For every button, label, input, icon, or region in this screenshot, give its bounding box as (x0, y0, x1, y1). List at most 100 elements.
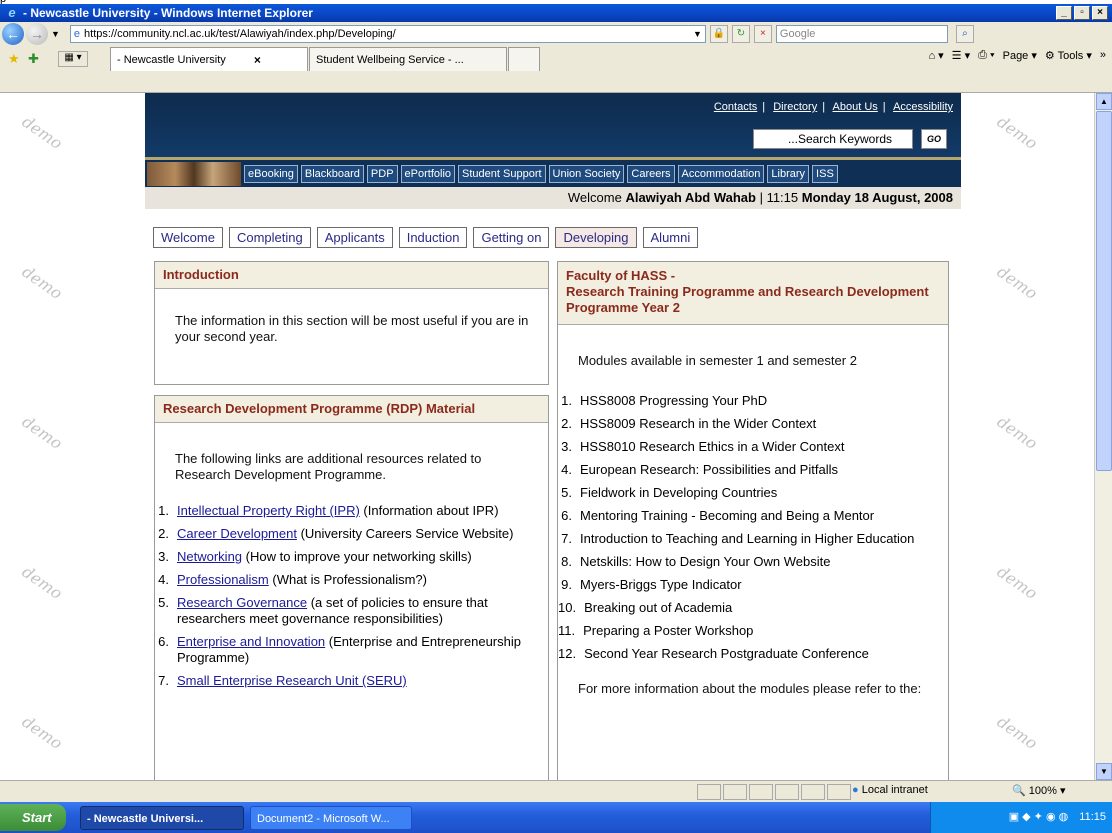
ipr-link[interactable]: Intellectual Property Right (IPR) (177, 503, 360, 518)
list-item: 4. European Research: Possibilities and P… (561, 462, 838, 477)
forward-button[interactable]: → (26, 22, 48, 45)
chevron-right-icon[interactable]: » (1100, 49, 1106, 62)
site-search-input[interactable]: ...Search Keywords (753, 129, 913, 149)
nav-union-society[interactable]: Union Society (548, 164, 625, 183)
search-icon[interactable]: ⌕ (955, 24, 974, 43)
stop-button[interactable]: × (753, 24, 772, 43)
enterprise-innovation-link[interactable]: Enterprise and Innovation (177, 634, 325, 649)
list-item: 2. Career Development (University Careers… (158, 526, 514, 541)
taskbar: Start - Newcastle Universi... Document2 … (0, 802, 1112, 833)
top-links: Contacts | Directory | About Us | Accessibi… (713, 101, 953, 113)
welcome-prefix: Welcome (567, 190, 622, 205)
search-input[interactable]: Google (775, 24, 948, 43)
close-window-button[interactable]: × (1092, 6, 1108, 20)
list-item: 1. Intellectual Property Right (IPR) (Inf… (158, 503, 499, 518)
close-tab-icon[interactable]: × (254, 53, 261, 67)
rdp-title: Research Development Programme (RDP) Mat… (155, 396, 548, 423)
watermark-text: demo (18, 111, 66, 154)
time-text: | 11:15 (759, 190, 799, 205)
task-ie[interactable]: - Newcastle Universi... (80, 806, 244, 830)
tab-induction[interactable]: Induction (398, 227, 468, 248)
hass-footer: For more information about the modules p… (578, 681, 922, 696)
minimize-button[interactable]: _ (1056, 6, 1072, 20)
hass-title: Faculty of HASS - Research Training Prog… (558, 262, 948, 325)
tab-completing[interactable]: Completing (228, 227, 311, 248)
nav-careers[interactable]: Careers (627, 164, 675, 183)
accessibility-link[interactable]: Accessibility (893, 101, 953, 113)
scroll-down-icon[interactable]: ▼ (1096, 763, 1112, 780)
modules-list: 1. HSS8008 Progressing Your PhD 2. HSS8009… (558, 379, 948, 662)
list-item: 11. Preparing a Poster Workshop (558, 623, 754, 638)
list-item: 3. Networking (How to improve your networ… (158, 549, 472, 564)
url-field[interactable]: e https://community.ncl.ac.uk/test/Alawi… (69, 24, 706, 43)
feeds-icon[interactable]: ☰ ▾ (952, 49, 970, 62)
tab-bar: ★ ✚ ▦ ▾ - Newcastle University × Student… (0, 45, 1112, 93)
task-word[interactable]: Document2 - Microsoft W... (250, 806, 412, 830)
vertical-scrollbar[interactable]: ▲ ▼ (1094, 93, 1112, 780)
browser-tab-newcastle[interactable]: - Newcastle University × (110, 47, 308, 71)
go-button[interactable]: GO (921, 129, 947, 149)
tools-menu[interactable]: ⚙ Tools ▾ (1045, 49, 1092, 62)
career-development-link[interactable]: Career Development (177, 526, 297, 541)
hass-title-line1: Faculty of HASS - (566, 268, 676, 283)
page-menu[interactable]: Page ▾ (1003, 49, 1037, 62)
hass-panel: Faculty of HASS - Research Training Prog… (557, 261, 949, 780)
maximize-button[interactable]: ▫ (1074, 6, 1090, 20)
research-governance-link[interactable]: Research Governance (177, 595, 307, 610)
status-bar: ● Local intranet 🔍 100% ▾ (0, 780, 1112, 802)
tab-developing[interactable]: Developing (555, 227, 637, 248)
tab-getting-on[interactable]: Getting on (473, 227, 550, 248)
campus-photo (147, 161, 241, 186)
site-header: Contacts | Directory | About Us | Accessibi… (145, 93, 961, 157)
back-button[interactable]: ← (2, 22, 24, 45)
quick-tabs-icon[interactable]: ▦ ▾ (58, 51, 88, 67)
tab-welcome[interactable]: Welcome (153, 227, 223, 248)
watermark-text: demo (18, 711, 66, 754)
directory-link[interactable]: Directory (773, 101, 817, 113)
professionalism-link[interactable]: Professionalism (177, 572, 269, 587)
nav-accommodation[interactable]: Accommodation (677, 164, 765, 183)
favorites-star-icon[interactable]: ★ (8, 51, 20, 67)
new-tab-button[interactable] (508, 47, 540, 71)
start-button[interactable]: Start (0, 804, 66, 831)
scroll-thumb[interactable] (1096, 111, 1112, 471)
list-item: 6. Enterprise and Innovation (Enterprise … (158, 634, 521, 665)
nav-iss[interactable]: ISS (812, 164, 838, 183)
about-us-link[interactable]: About Us (833, 101, 878, 113)
tab-alumni[interactable]: Alumni (642, 227, 699, 248)
print-icon[interactable]: ⎙ ▾ (978, 49, 994, 62)
clock: 11:15 (1079, 811, 1106, 823)
rdp-panel: Research Development Programme (RDP) Mat… (154, 395, 549, 780)
nav-library[interactable]: Library (767, 164, 810, 183)
tab-applicants[interactable]: Applicants (316, 227, 393, 248)
rdp-list: 1. Intellectual Property Right (IPR) (Inf… (155, 493, 548, 689)
introduction-title: Introduction (155, 262, 548, 289)
lock-icon[interactable]: 🔒 (709, 24, 728, 43)
history-dropdown-icon[interactable]: ▼ (51, 29, 60, 39)
nav-pdp[interactable]: PDP (366, 164, 398, 183)
user-name: Alawiyah Abd Wahab (625, 190, 756, 205)
scroll-up-icon[interactable]: ▲ (1096, 93, 1112, 110)
refresh-button[interactable]: ↻ (731, 24, 750, 43)
nav-blackboard[interactable]: Blackboard (300, 164, 364, 183)
networking-link[interactable]: Networking (177, 549, 242, 564)
watermark-text: demo (993, 711, 1041, 754)
list-item: 7. Introduction to Teaching and Learning … (561, 531, 915, 546)
url-dropdown-icon[interactable]: ▼ (693, 29, 702, 39)
browser-tab-wellbeing[interactable]: Student Wellbeing Service - ... (309, 47, 507, 71)
add-favorites-icon[interactable]: ✚ (28, 51, 39, 67)
zoom-control[interactable]: 🔍 100% ▾ (1012, 784, 1065, 797)
watermark-text: demo (18, 411, 66, 454)
nav-student-support[interactable]: Student Support (458, 164, 546, 183)
nav-eportfolio[interactable]: ePortfolio (400, 164, 456, 183)
seru-link[interactable]: Small Enterprise Research Unit (SERU) (177, 673, 407, 688)
home-icon[interactable]: ⌂ ▾ (928, 49, 943, 62)
nav-ebooking[interactable]: eBooking (244, 164, 298, 183)
introduction-panel: Introduction The information in this sec… (154, 261, 549, 385)
section-tabs: Welcome Completing Applicants Induction … (153, 227, 704, 248)
list-item: 9. Myers-Briggs Type Indicator (561, 577, 742, 592)
tray-icons[interactable]: ▣ ◆ ✦ ◉ ◍ (1009, 811, 1069, 823)
command-bar: ⌂ ▾ ☰ ▾ ⎙ ▾ Page ▾ ⚙ Tools ▾ » (928, 49, 1106, 62)
list-item: 5. Fieldwork in Developing Countries (561, 485, 778, 500)
contacts-link[interactable]: Contacts (714, 101, 757, 113)
